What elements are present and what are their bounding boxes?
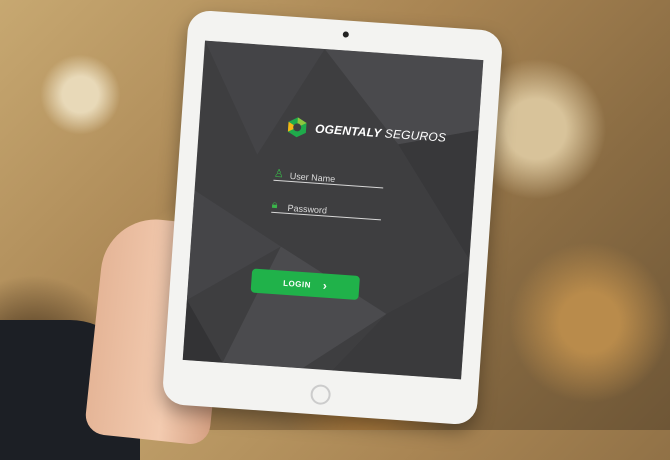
camera (342, 31, 349, 38)
logo-icon (287, 117, 307, 138)
lock-icon: 🔒︎ (271, 198, 279, 212)
brand-name: OGENTALY SEGUROS (315, 122, 447, 145)
tablet: OGENTALY SEGUROS ♙ User Name 🔒︎ Password… (161, 9, 504, 426)
photo-background: OGENTALY SEGUROS ♙ User Name 🔒︎ Password… (0, 0, 670, 460)
password-placeholder: Password (287, 202, 328, 216)
login-screen: OGENTALY SEGUROS ♙ User Name 🔒︎ Password… (182, 40, 484, 380)
brand-name-light: SEGUROS (384, 126, 447, 145)
login-label: LOGIN (282, 278, 312, 290)
chevron-right-icon: › (322, 278, 328, 293)
home-button[interactable] (309, 383, 331, 406)
username-placeholder: User Name (289, 170, 336, 185)
brand-name-bold: OGENTALY (314, 121, 382, 141)
user-icon: ♙ (273, 167, 285, 181)
